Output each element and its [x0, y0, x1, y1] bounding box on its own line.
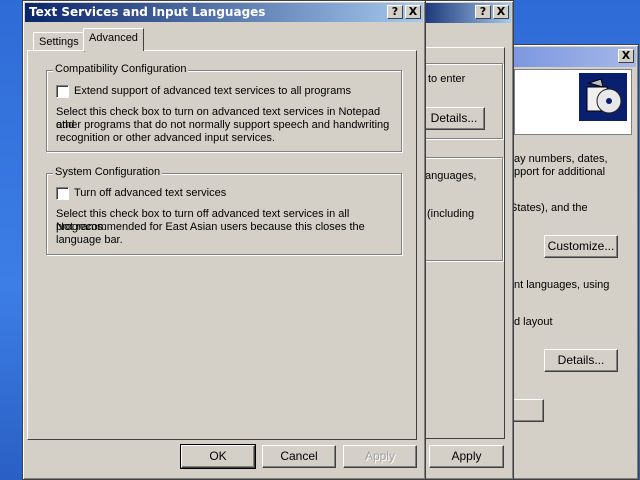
text-services-dialog: Text Services and Input Languages ? X Se… — [22, 0, 426, 480]
tab-settings[interactable]: Settings — [33, 32, 85, 52]
dialog-help-button[interactable]: ? — [387, 5, 403, 19]
extend-support-label[interactable]: Extend support of advanced text services… — [74, 85, 351, 98]
compatibility-group: Compatibility Configuration Extend suppo… — [46, 63, 402, 152]
regional-text-1: ay numbers, dates, — [514, 153, 608, 165]
cancel-button-label: Cancel — [280, 449, 318, 463]
system-config-group-label: System Configuration — [53, 166, 163, 178]
regional-text-5: d layout — [514, 316, 553, 328]
turn-off-services-checkbox[interactable] — [56, 187, 69, 200]
ok-button-label: OK — [209, 449, 227, 463]
middle-text-to-enter: to enter — [428, 73, 466, 85]
tab-advanced[interactable]: Advanced — [83, 28, 144, 51]
middle-apply-label: Apply — [451, 449, 482, 463]
middle-details-button[interactable]: Details... — [423, 107, 485, 130]
cancel-button[interactable]: Cancel — [262, 445, 336, 468]
tab-advanced-label: Advanced — [89, 32, 138, 44]
regional-content-panel — [514, 69, 632, 135]
dialog-title: Text Services and Input Languages — [29, 5, 266, 19]
compatibility-group-label: Compatibility Configuration — [53, 63, 189, 75]
customize-button-label: Customize... — [547, 239, 615, 253]
middle-details-label: Details... — [430, 111, 478, 125]
regional-close-button[interactable]: X — [618, 49, 634, 63]
middle-help-button[interactable]: ? — [475, 5, 491, 19]
advanced-tab-panel: Compatibility Configuration Extend suppo… — [27, 50, 417, 440]
regional-options-titlebar — [508, 47, 636, 67]
customize-button[interactable]: Customize... — [544, 235, 618, 258]
dialog-titlebar: Text Services and Input Languages — [25, 3, 423, 22]
ok-button[interactable]: OK — [180, 444, 256, 469]
regional-details-button[interactable]: Details... — [544, 349, 618, 372]
extend-support-checkbox[interactable] — [56, 85, 69, 98]
apply-button[interactable]: Apply — [343, 445, 417, 468]
tab-settings-label: Settings — [39, 36, 79, 48]
dialog-close-button[interactable]: X — [405, 5, 421, 19]
system-config-group: System Configuration Turn off advanced t… — [46, 166, 402, 255]
system-description-2: Not recommended for East Asian users bec… — [56, 221, 365, 233]
compat-description-2: other programs that do not normally supp… — [56, 119, 390, 131]
regional-text-4: nt languages, using — [514, 279, 610, 291]
regional-details-button-label: Details... — [557, 353, 605, 367]
regional-text-3: States), and the — [510, 202, 588, 214]
regional-options-window: X ay numbers, dates, pport for additiona… — [505, 44, 639, 480]
regional-text-2: pport for additional — [514, 166, 606, 178]
cd-package-icon — [579, 73, 627, 121]
middle-close-button[interactable]: X — [493, 5, 509, 19]
apply-button-label: Apply — [364, 449, 396, 463]
turn-off-services-label[interactable]: Turn off advanced text services — [74, 187, 226, 200]
regional-partial-button[interactable] — [510, 399, 544, 422]
middle-apply-button[interactable]: Apply — [429, 445, 504, 468]
system-description-3: language bar. — [56, 234, 123, 246]
compat-description-3: recognition or other advanced input serv… — [56, 132, 275, 144]
middle-text-languages: anguages, — [425, 170, 477, 182]
middle-text-including: (including — [427, 208, 475, 220]
